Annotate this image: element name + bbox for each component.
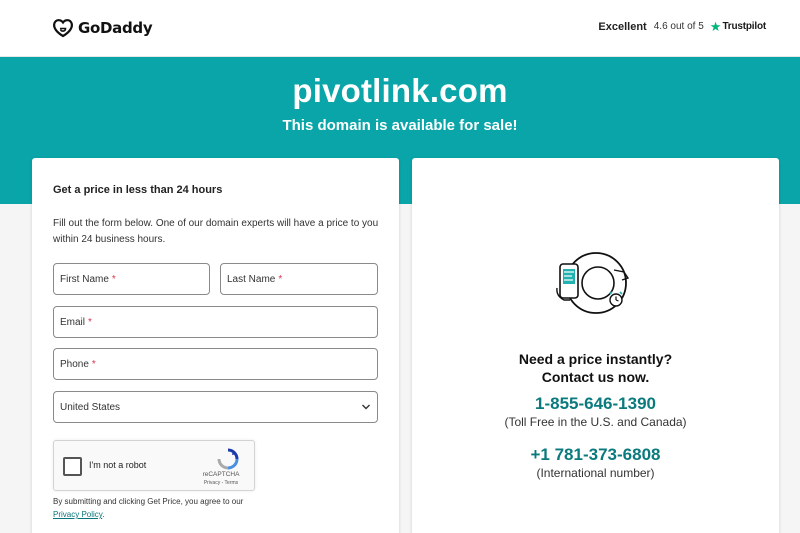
trustpilot-rating[interactable]: Excellent 4.6 out of 5 ★ Trustpilot	[598, 20, 766, 33]
contact-heading-line2: Contact us now.	[541, 369, 650, 385]
phone-field[interactable]: Phone *	[53, 348, 378, 380]
recaptcha-logo-icon	[217, 448, 239, 470]
recaptcha-widget: I'm not a robot reCAPTCHA Privacy - Term…	[53, 440, 255, 491]
brand-name: GoDaddy	[78, 19, 153, 37]
trustpilot-brand: Trustpilot	[722, 21, 766, 32]
recaptcha-label: I'm not a robot	[89, 460, 147, 470]
form-title: Get a price in less than 24 hours	[53, 184, 223, 196]
privacy-policy-link[interactable]: Privacy Policy	[53, 510, 102, 519]
country-value: United States	[60, 401, 121, 413]
godaddy-logo-icon	[53, 19, 73, 38]
form-description: Fill out the form below. One of our doma…	[53, 218, 379, 245]
last-name-field[interactable]: Last Name *	[220, 263, 378, 295]
rating-word: Excellent	[598, 20, 647, 33]
phone-us-note: (Toll Free in the U.S. and Canada)	[504, 415, 687, 429]
legal-text: By submitting and clicking Get Price, yo…	[53, 497, 244, 506]
phone-us-link[interactable]: 1-855-646-1390	[412, 394, 779, 414]
recaptcha-brand: reCAPTCHA	[202, 471, 240, 478]
recaptcha-terms[interactable]: Privacy - Terms	[196, 480, 246, 486]
phone-support-illustration-icon	[556, 252, 630, 314]
first-name-field[interactable]: First Name *	[53, 263, 210, 295]
first-name-label: First Name	[60, 273, 109, 285]
phone-intl-note: (International number)	[536, 466, 655, 480]
contact-heading-line1: Need a price instantly?	[518, 351, 673, 367]
top-bar: GoDaddy Excellent 4.6 out of 5 ★ Trustpi…	[0, 0, 800, 57]
country-select[interactable]: United States	[53, 391, 378, 423]
contact-card: Need a price instantly? Contact us now. …	[412, 158, 779, 533]
domain-name: pivotlink.com	[292, 72, 508, 109]
legal-notice: By submitting and clicking Get Price, yo…	[53, 495, 313, 521]
godaddy-logo[interactable]: GoDaddy	[52, 18, 153, 38]
legal-end: .	[102, 510, 105, 519]
price-request-form: Get a price in less than 24 hours Fill o…	[32, 158, 399, 533]
phone-intl-link[interactable]: +1 781-373-6808	[412, 445, 779, 465]
chevron-down-icon	[362, 404, 370, 410]
contact-heading: Need a price instantly? Contact us now.	[412, 350, 779, 386]
required-mark: *	[88, 316, 92, 328]
email-field[interactable]: Email *	[53, 306, 378, 338]
required-mark: *	[111, 273, 116, 285]
last-name-label: Last Name	[227, 273, 276, 285]
rating-score: 4.6 out of 5	[653, 21, 704, 32]
sale-subtitle: This domain is available for sale!	[282, 117, 518, 134]
trustpilot-star-icon: ★	[709, 19, 722, 34]
required-mark: *	[278, 273, 283, 285]
required-mark: *	[91, 358, 96, 370]
recaptcha-checkbox[interactable]	[63, 457, 82, 476]
phone-label: Phone	[60, 358, 89, 370]
email-label: Email	[60, 316, 86, 328]
